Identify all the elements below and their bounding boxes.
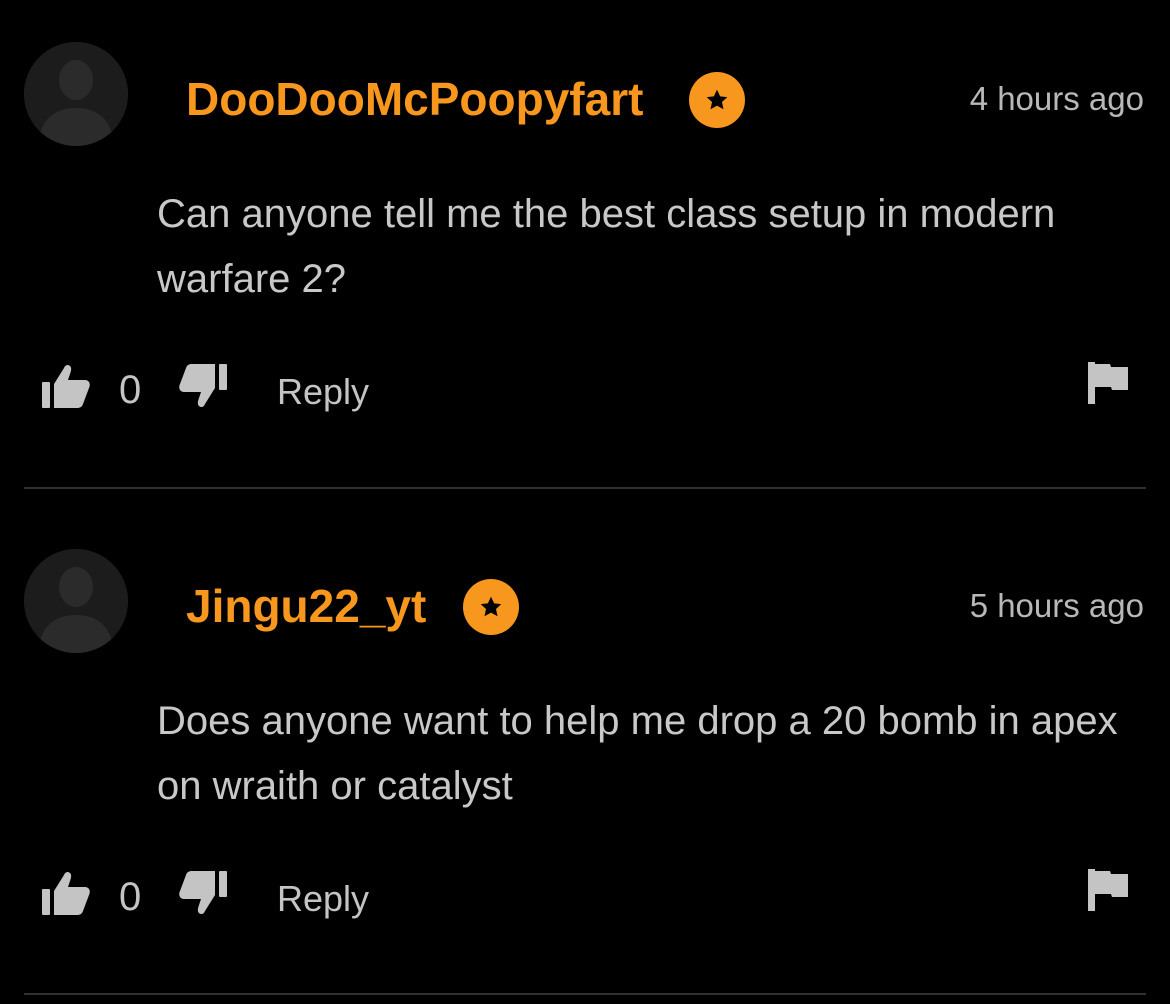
verified-badge bbox=[463, 579, 519, 635]
comment-username[interactable]: DooDooMcPoopyfart bbox=[186, 70, 643, 128]
user-silhouette-icon bbox=[24, 549, 128, 653]
comment-actions: 0 Reply bbox=[0, 360, 1170, 420]
comment-divider bbox=[24, 487, 1146, 489]
like-count: 0 bbox=[119, 368, 142, 412]
flag-icon[interactable] bbox=[1086, 867, 1130, 913]
comment-divider bbox=[24, 993, 1146, 995]
comment-text: Does anyone want to help me drop a 20 bo… bbox=[157, 699, 1118, 808]
star-icon bbox=[480, 596, 502, 617]
thumbs-down-icon[interactable] bbox=[177, 362, 229, 410]
user-avatar[interactable] bbox=[24, 549, 128, 653]
comment-timestamp: 5 hours ago bbox=[969, 587, 1144, 624]
verified-badge bbox=[689, 72, 745, 128]
star-icon bbox=[706, 89, 728, 110]
comment-item: Jingu22_yt 5 hours ago Does anyone want … bbox=[0, 507, 1170, 1004]
comment-timestamp: 4 hours ago bbox=[969, 80, 1144, 117]
reply-button[interactable]: Reply bbox=[277, 877, 369, 921]
user-avatar[interactable] bbox=[24, 42, 128, 146]
reply-button[interactable]: Reply bbox=[277, 370, 369, 414]
comment-actions: 0 Reply bbox=[0, 867, 1170, 927]
comment-item: DooDooMcPoopyfart 4 hours ago Can anyone… bbox=[0, 0, 1170, 497]
thumbs-up-icon[interactable] bbox=[40, 362, 92, 410]
flag-icon[interactable] bbox=[1086, 360, 1130, 406]
comment-username[interactable]: Jingu22_yt bbox=[186, 577, 426, 635]
thumbs-down-icon[interactable] bbox=[177, 869, 229, 917]
comment-text: Can anyone tell me the best class setup … bbox=[157, 192, 1056, 301]
thumbs-up-icon[interactable] bbox=[40, 869, 92, 917]
user-silhouette-icon bbox=[24, 42, 128, 146]
like-count: 0 bbox=[119, 875, 142, 919]
